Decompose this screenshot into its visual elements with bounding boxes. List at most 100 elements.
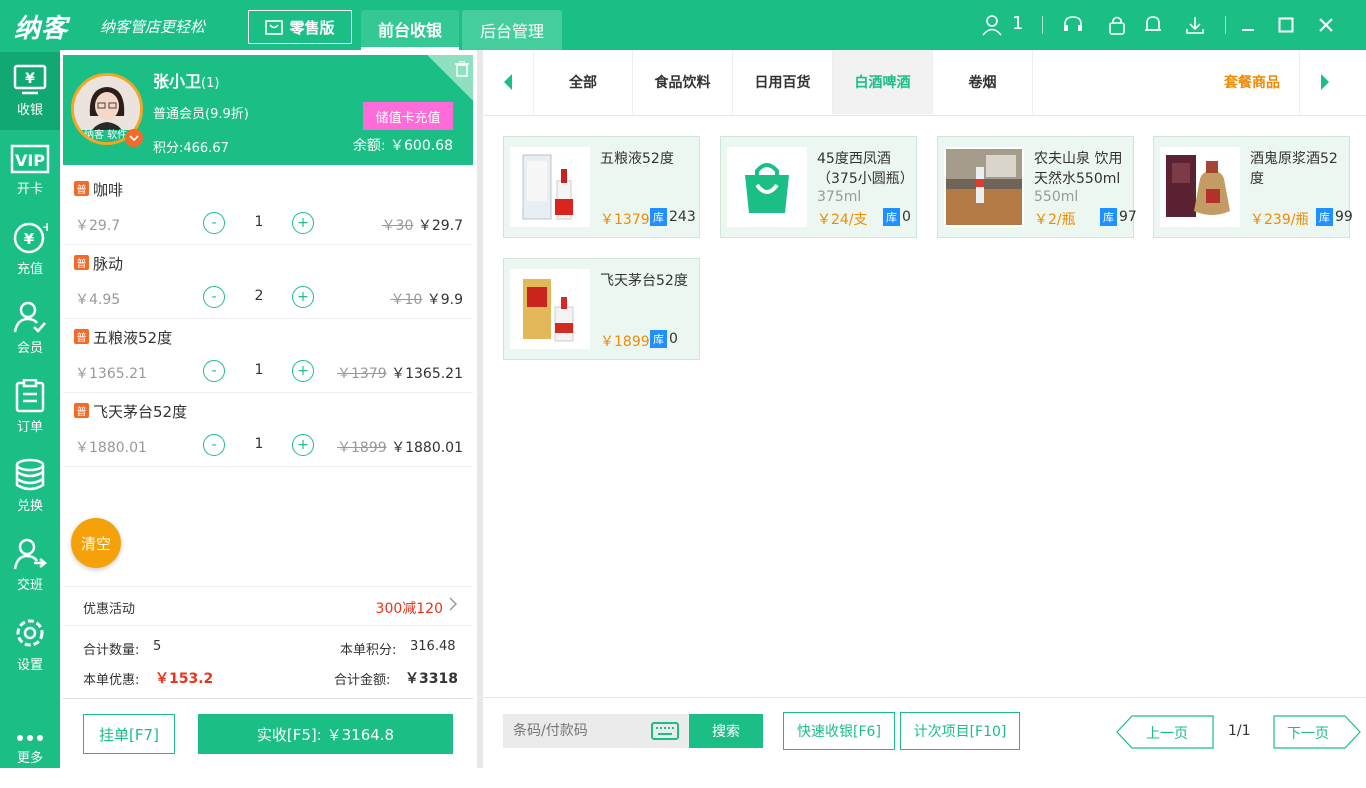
sidebar-item-cashier[interactable]: ¥ 收银 bbox=[0, 52, 60, 130]
sidebar-item-recharge[interactable]: ¥ + 充值 bbox=[0, 210, 60, 288]
total-count-label: 合计数量: bbox=[83, 643, 140, 658]
stock-count: 243 bbox=[669, 209, 696, 225]
cart-item[interactable]: 普五粮液52度 ￥1365.21 - 1 + ￥1379 ￥1365.21 bbox=[63, 319, 473, 393]
total-amount-label: 合计金额: bbox=[334, 673, 391, 688]
category-tab-all[interactable]: 全部 bbox=[533, 50, 633, 114]
cart-item[interactable]: 普飞天茅台52度 ￥1880.01 - 1 + ￥1899 ￥1880.01 bbox=[63, 393, 473, 467]
cart-item-price: ￥30 ￥29.7 bbox=[382, 215, 463, 235]
product-stock: 库0 bbox=[650, 330, 678, 348]
checkout-footer: 挂单[F7] 实收[F5]: ￥3164.8 bbox=[63, 698, 473, 768]
edition-button[interactable]: 零售版 bbox=[248, 10, 352, 44]
cart-item[interactable]: 普脉动 ￥4.95 - 2 + ￥10 ￥9.9 bbox=[63, 245, 473, 319]
next-page-button[interactable]: 下一页 bbox=[1273, 715, 1361, 749]
hang-order-button[interactable]: 挂单[F7] bbox=[83, 714, 175, 754]
cart-item-qty[interactable]: 1 bbox=[249, 436, 269, 452]
decrease-qty-button[interactable]: - bbox=[203, 360, 225, 382]
product-image bbox=[1160, 147, 1240, 227]
total-count: 5 bbox=[153, 639, 162, 654]
product-card-wuliangye[interactable]: 五粮液52度￥1379/瓶库243 bbox=[503, 136, 700, 238]
panel-divider bbox=[477, 50, 483, 768]
decrease-qty-button[interactable]: - bbox=[203, 286, 225, 308]
category-tab-package[interactable]: 套餐商品 bbox=[1205, 50, 1299, 114]
quick-checkout-button[interactable]: 快速收银[F6] bbox=[783, 712, 895, 750]
search-button[interactable]: 搜索 bbox=[689, 714, 763, 748]
cart-item-total: ￥1365.21 bbox=[391, 366, 463, 382]
bell-icon[interactable] bbox=[1141, 13, 1165, 37]
cart-item[interactable]: 普咖啡 ￥29.7 - 1 + ￥30 ￥29.7 bbox=[63, 171, 473, 245]
decrease-qty-button[interactable]: - bbox=[203, 212, 225, 234]
trash-icon[interactable] bbox=[455, 60, 469, 81]
prev-page-button[interactable]: 上一页 bbox=[1116, 715, 1214, 749]
vip-card-icon: VIP bbox=[10, 144, 50, 174]
page-indicator: 1/1 bbox=[1228, 723, 1251, 739]
category-tab-cigarettes[interactable]: 卷烟 bbox=[933, 50, 1033, 114]
pay-button[interactable]: 实收[F5]: ￥3164.8 bbox=[198, 714, 453, 754]
clear-cart-button[interactable]: 清空 bbox=[71, 518, 121, 568]
stored-value-recharge-button[interactable]: 储值卡充值 bbox=[363, 102, 453, 130]
sidebar-item-label: 更多 bbox=[16, 751, 43, 766]
cart-item-qty[interactable]: 2 bbox=[249, 288, 269, 304]
decrease-qty-button[interactable]: - bbox=[203, 434, 225, 456]
category-prev-icon[interactable] bbox=[483, 50, 533, 114]
promotion-row[interactable]: 优惠活动 300减120 bbox=[63, 586, 473, 626]
regular-badge: 普 bbox=[74, 181, 89, 196]
stock-count: 99 bbox=[1335, 209, 1353, 225]
headset-icon[interactable] bbox=[1061, 13, 1085, 37]
product-stock: 库 243 bbox=[650, 208, 696, 226]
cart-item-qty[interactable]: 1 bbox=[249, 214, 269, 230]
stock-count: 97 bbox=[1119, 209, 1137, 225]
product-spec: 550ml bbox=[1034, 189, 1079, 205]
cart-item-original-price: ￥30 bbox=[381, 218, 414, 234]
top-bar: 纳客 纳客管店更轻松 零售版 前台收银 后台管理 1 bbox=[0, 0, 1366, 50]
chevron-down-icon[interactable] bbox=[125, 129, 143, 147]
close-icon[interactable] bbox=[1314, 13, 1338, 37]
sidebar-item-open-card[interactable]: VIP 开卡 bbox=[0, 131, 60, 209]
increase-qty-button[interactable]: + bbox=[292, 360, 314, 382]
user-icon[interactable] bbox=[980, 13, 1004, 37]
cart-item-unit-price: ￥29.7 bbox=[75, 218, 121, 234]
increase-qty-button[interactable]: + bbox=[292, 286, 314, 308]
sidebar-item-more[interactable]: 更多 bbox=[0, 710, 60, 788]
count-items-button[interactable]: 计次项目[F10] bbox=[900, 712, 1020, 750]
separator bbox=[1042, 16, 1043, 34]
sidebar-item-label: 兑换 bbox=[16, 499, 43, 514]
sidebar-item-label: 开卡 bbox=[16, 182, 43, 197]
keyboard-icon[interactable] bbox=[651, 722, 679, 740]
category-next-icon[interactable] bbox=[1299, 50, 1349, 114]
totals-panel: 合计数量: 5 本单积分: 316.48 本单优惠: ￥153.2 合计金额: … bbox=[63, 626, 473, 698]
sidebar-item-shift[interactable]: 交班 bbox=[0, 526, 60, 604]
sidebar-item-order[interactable]: 订单 bbox=[0, 368, 60, 446]
product-card-xifeng[interactable]: 45度西凤酒（375小圆瓶） 375ml ￥24/支库 0 bbox=[720, 136, 917, 238]
sidebar-item-label: 收银 bbox=[16, 103, 43, 118]
category-tab-food-drink[interactable]: 食品饮料 bbox=[633, 50, 733, 114]
stock-badge: 库 bbox=[650, 208, 667, 226]
svg-text:¥: ¥ bbox=[25, 71, 35, 87]
tab-back-office[interactable]: 后台管理 bbox=[462, 10, 562, 50]
tab-front-cashier[interactable]: 前台收银 bbox=[361, 10, 459, 50]
stock-badge: 库 bbox=[1100, 208, 1117, 226]
maximize-icon[interactable] bbox=[1274, 13, 1298, 37]
member-card: 纳客 软件 张小卫(1) 普通会员(9.9折) 积分:466.67 储值卡充值 … bbox=[63, 55, 473, 165]
product-card-moutai[interactable]: 飞天茅台52度￥1899/瓶库0 bbox=[503, 258, 700, 360]
minimize-icon[interactable] bbox=[1236, 13, 1260, 37]
cart-item-total: ￥1880.01 bbox=[391, 440, 463, 456]
category-tab-liquor-beer[interactable]: 白酒啤酒 bbox=[833, 50, 933, 114]
product-card-nongfu-water[interactable]: 农夫山泉 饮用天然水550ml 550ml ￥2/瓶 库 97 bbox=[937, 136, 1137, 238]
member-name: 张小卫(1) bbox=[153, 68, 219, 92]
sidebar-item-exchange[interactable]: 兑换 bbox=[0, 447, 60, 525]
increase-qty-button[interactable]: + bbox=[292, 212, 314, 234]
lock-icon[interactable] bbox=[1105, 13, 1129, 37]
order-discount-label: 本单优惠: bbox=[83, 673, 140, 688]
increase-qty-button[interactable]: + bbox=[292, 434, 314, 456]
download-icon[interactable] bbox=[1183, 13, 1207, 37]
sidebar-item-label: 设置 bbox=[16, 658, 43, 673]
sidebar-item-settings[interactable]: 设置 bbox=[0, 605, 60, 683]
cart-item-name: 脉动 bbox=[93, 255, 124, 273]
product-card-jiugui[interactable]: 酒鬼原浆酒52度 ￥239/瓶库 99 bbox=[1153, 136, 1353, 238]
promotion-label: 优惠活动 bbox=[83, 602, 136, 617]
sidebar-item-member[interactable]: 会员 bbox=[0, 289, 60, 367]
cart-item-qty[interactable]: 1 bbox=[249, 362, 269, 378]
svg-text:VIP: VIP bbox=[15, 151, 45, 170]
product-name: 五粮液52度 bbox=[600, 151, 674, 167]
category-tab-daily-goods[interactable]: 日用百货 bbox=[733, 50, 833, 114]
